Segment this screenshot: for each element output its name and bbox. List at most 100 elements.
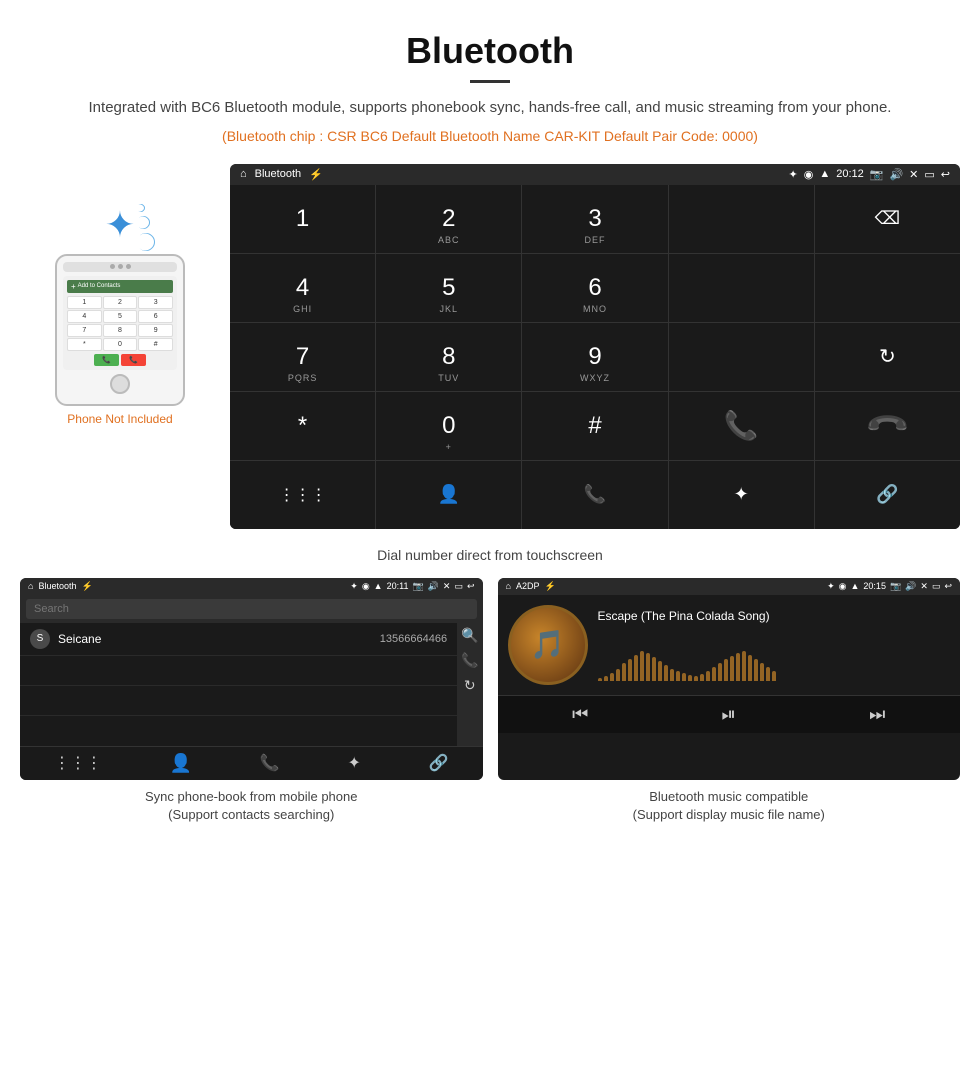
- phone-key-hash: #: [138, 338, 173, 351]
- volume-icon[interactable]: 🔊: [889, 168, 903, 181]
- dial-apps-icon[interactable]: ⋮⋮⋮: [230, 461, 375, 529]
- eq-bar: [736, 653, 740, 681]
- pb-loc-icon: ◉: [362, 581, 370, 592]
- dial-key-3[interactable]: 3DEF: [522, 185, 667, 253]
- dial-refresh[interactable]: ↻: [815, 323, 960, 391]
- phone-action-btns: 📞 📞: [67, 354, 173, 366]
- dial-empty-3: [815, 254, 960, 322]
- title-divider: [470, 80, 510, 83]
- contact-empty-2: [20, 686, 457, 716]
- eq-bar: [700, 674, 704, 681]
- eq-bar: [610, 673, 614, 681]
- screen-icon[interactable]: ▭: [924, 168, 934, 181]
- pb-call-btn[interactable]: 📞: [260, 753, 280, 773]
- pb-search-side-icon[interactable]: 🔍: [461, 627, 478, 644]
- dial-key-0[interactable]: 0+: [376, 392, 521, 460]
- dialpad: 1 2ABC 3DEF ⌫ 4GHI 5JKL 6MNO 7PQRS 8TUV …: [230, 185, 960, 529]
- dial-key-5[interactable]: 5JKL: [376, 254, 521, 322]
- time-display: 20:12: [836, 168, 864, 180]
- music-screen-icon[interactable]: ▭: [932, 581, 941, 592]
- eq-bar: [706, 671, 710, 681]
- pb-time: 20:11: [387, 581, 409, 591]
- dial-key-2[interactable]: 2ABC: [376, 185, 521, 253]
- eq-bar: [616, 669, 620, 681]
- music-usb-icon: ⚡: [544, 581, 555, 592]
- music-cam-icon[interactable]: 📷: [890, 581, 901, 592]
- dial-key-star[interactable]: *: [230, 392, 375, 460]
- bottom-panels: ⌂ Bluetooth ⚡ ✦ ◉ ▲ 20:11 📷 🔊 ✕ ▭ ↩: [0, 578, 980, 848]
- music-note-icon: 🎵: [530, 628, 565, 661]
- phone-mockup: + Add to Contacts 1 2 3 4 5 6 7 8 9 * 0 …: [55, 254, 185, 406]
- eq-bar: [754, 659, 758, 681]
- phone-key-7: 7: [67, 324, 102, 337]
- pb-contact-item[interactable]: S Seicane 13566664466: [20, 623, 457, 656]
- eq-bar: [646, 653, 650, 681]
- phone-screen: + Add to Contacts 1 2 3 4 5 6 7 8 9 * 0 …: [63, 276, 177, 370]
- pb-link-btn[interactable]: 🔗: [429, 753, 449, 773]
- pb-right-icons: 🔍 📞 ↻: [457, 623, 482, 746]
- pb-home-icon[interactable]: ⌂: [28, 581, 33, 591]
- music-home-icon[interactable]: ⌂: [506, 581, 511, 591]
- pb-status-bar: ⌂ Bluetooth ⚡ ✦ ◉ ▲ 20:11 📷 🔊 ✕ ▭ ↩: [20, 578, 483, 595]
- dial-key-1[interactable]: 1: [230, 185, 375, 253]
- pb-phone-side-icon[interactable]: 📞: [461, 652, 478, 669]
- music-prev-btn[interactable]: ⏮: [572, 704, 588, 725]
- music-caption-line1: Bluetooth music compatible: [649, 789, 808, 804]
- eq-bar: [652, 657, 656, 681]
- dial-phone-icon[interactable]: 📞: [522, 461, 667, 529]
- pb-refresh-side-icon[interactable]: ↻: [464, 677, 476, 694]
- wifi-icon: ▲: [819, 168, 830, 180]
- music-song-title: Escape (The Pina Colada Song): [598, 609, 951, 623]
- music-back-icon[interactable]: ↩: [944, 581, 952, 592]
- dial-contacts-icon[interactable]: 👤: [376, 461, 521, 529]
- home-icon[interactable]: ⌂: [240, 168, 247, 180]
- pb-cam-icon[interactable]: 📷: [412, 581, 423, 592]
- music-vol-icon[interactable]: 🔊: [905, 581, 916, 592]
- phone-key-5: 5: [103, 310, 138, 323]
- phone-key-1: 1: [67, 296, 102, 309]
- pb-contacts-btn[interactable]: 👤: [170, 753, 192, 774]
- status-right: ✦ ◉ ▲ 20:12 📷 🔊 ✕ ▭ ↩: [789, 168, 951, 181]
- music-bt-icon: ✦: [827, 581, 835, 592]
- phone-keypad: 1 2 3 4 5 6 7 8 9 * 0 #: [67, 296, 173, 351]
- music-play-pause-btn[interactable]: ⏯: [722, 704, 736, 725]
- pb-vol-icon[interactable]: 🔊: [428, 581, 439, 592]
- dial-key-7[interactable]: 7PQRS: [230, 323, 375, 391]
- back-icon[interactable]: ↩: [941, 168, 950, 181]
- eq-bar: [640, 651, 644, 681]
- pb-search-input[interactable]: [26, 599, 477, 619]
- pb-apps-btn[interactable]: ⋮⋮⋮: [54, 753, 102, 773]
- eq-bar: [718, 663, 722, 681]
- eq-bar: [658, 661, 662, 681]
- contact-number: 13566664466: [380, 633, 447, 645]
- music-close-icon[interactable]: ✕: [920, 581, 928, 592]
- dial-key-6[interactable]: 6MNO: [522, 254, 667, 322]
- dial-key-9[interactable]: 9WXYZ: [522, 323, 667, 391]
- pb-status-left: ⌂ Bluetooth ⚡: [28, 581, 93, 592]
- phone-key-3: 3: [138, 296, 173, 309]
- dial-bluetooth-icon[interactable]: ✦: [669, 461, 814, 529]
- pb-screen-icon[interactable]: ▭: [454, 581, 463, 592]
- phone-add-contact: + Add to Contacts: [67, 280, 173, 293]
- dial-key-4[interactable]: 4GHI: [230, 254, 375, 322]
- camera-icon[interactable]: 📷: [870, 168, 884, 181]
- music-info: Escape (The Pina Colada Song): [598, 609, 951, 681]
- music-next-btn[interactable]: ⏭: [869, 704, 885, 725]
- music-caption: Bluetooth music compatible (Support disp…: [498, 780, 961, 828]
- pb-bottom-bar: ⋮⋮⋮ 👤 📞 ✦ 🔗: [20, 746, 483, 780]
- dial-key-8[interactable]: 8TUV: [376, 323, 521, 391]
- location-icon: ◉: [804, 168, 814, 181]
- pb-back-icon[interactable]: ↩: [467, 581, 475, 592]
- dial-key-hash[interactable]: #: [522, 392, 667, 460]
- dial-call-green[interactable]: 📞: [669, 392, 814, 460]
- music-loc-icon: ◉: [839, 581, 847, 592]
- pb-close-icon[interactable]: ✕: [443, 581, 451, 592]
- close-icon[interactable]: ✕: [909, 168, 918, 181]
- music-controls: ⏮ ⏯ ⏭: [498, 695, 961, 733]
- dial-backspace[interactable]: ⌫: [815, 185, 960, 253]
- phonebook-screen: ⌂ Bluetooth ⚡ ✦ ◉ ▲ 20:11 📷 🔊 ✕ ▭ ↩: [20, 578, 483, 780]
- dial-end-red[interactable]: 📞: [815, 392, 960, 460]
- wave-2: [134, 213, 152, 231]
- dial-link-icon[interactable]: 🔗: [815, 461, 960, 529]
- pb-bt-btn[interactable]: ✦: [348, 753, 361, 773]
